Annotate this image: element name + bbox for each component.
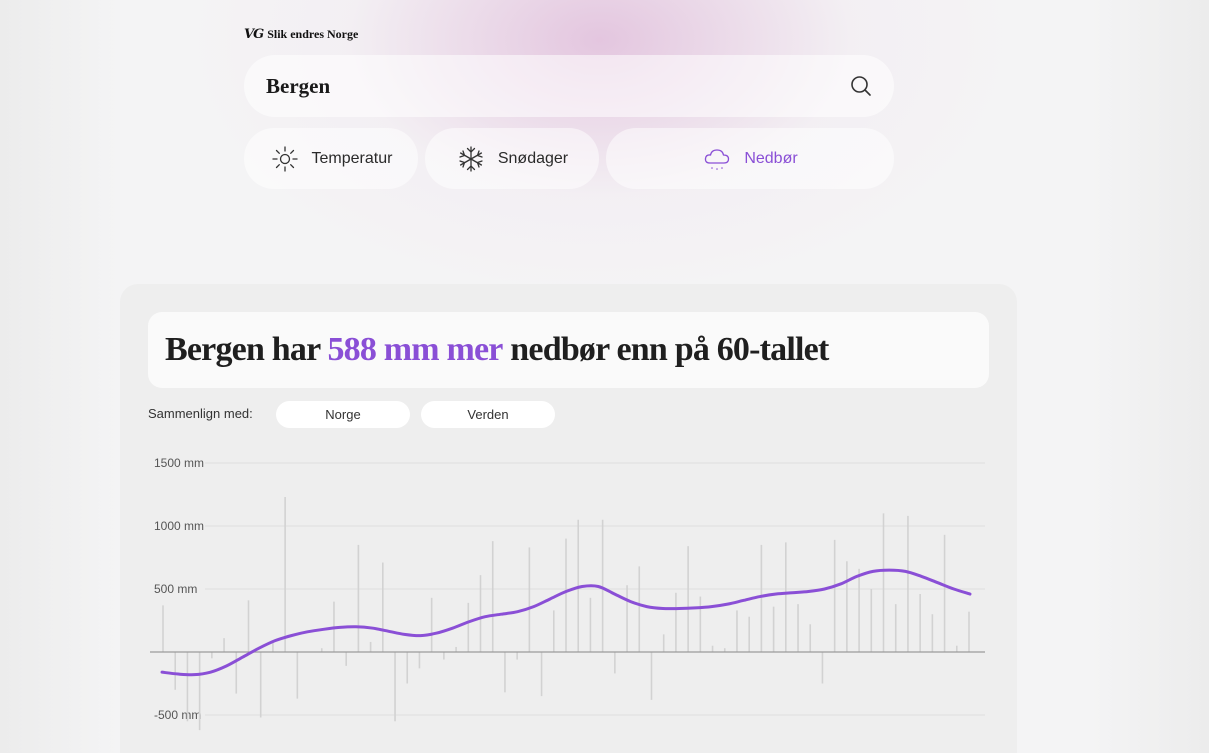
precipitation-chart: 1500 mm 1000 mm 500 mm -500 mm — [150, 456, 985, 731]
y-tick-label: 1500 mm — [154, 456, 204, 470]
y-tick-label: 1000 mm — [154, 519, 204, 533]
y-tick-label: -500 mm — [154, 708, 201, 722]
y-tick-label: 500 mm — [154, 582, 197, 596]
